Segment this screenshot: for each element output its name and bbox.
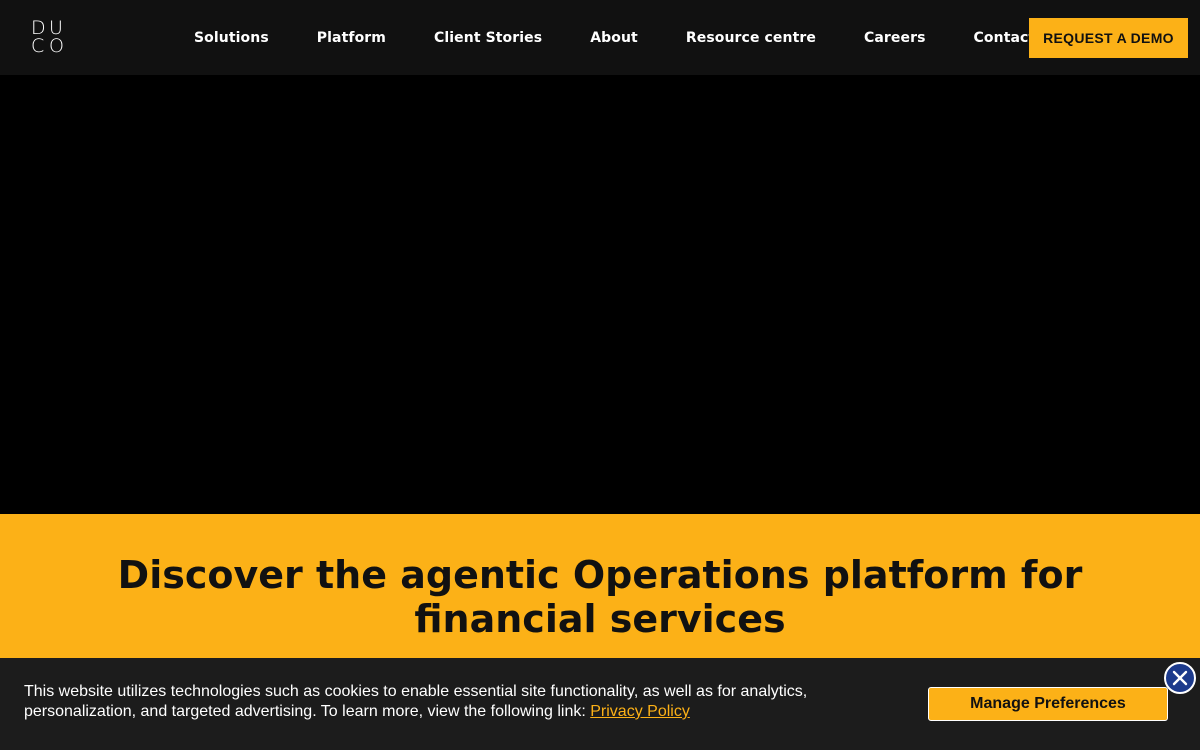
request-demo-button[interactable]: REQUEST A DEMO — [1029, 18, 1188, 58]
nav-item-client-stories[interactable]: Client Stories — [410, 30, 566, 46]
nav-item-careers[interactable]: Careers — [840, 30, 950, 46]
logo-letter: C — [31, 35, 45, 57]
nav-item-solutions[interactable]: Solutions — [170, 30, 293, 46]
manage-preferences-button[interactable]: Manage Preferences — [928, 687, 1168, 721]
cookie-close-button[interactable] — [1164, 662, 1196, 694]
hero-headline: Discover the agentic Operations platform… — [117, 553, 1083, 641]
main-menu: Solutions Platform Client Stories About … — [170, 0, 1059, 75]
privacy-policy-link[interactable]: Privacy Policy — [590, 703, 690, 720]
close-icon — [1172, 670, 1188, 686]
logo-letter: O — [49, 35, 64, 57]
nav-item-resource-centre[interactable]: Resource centre — [662, 30, 840, 46]
top-navigation: D U C O Solutions Platform Client Storie… — [0, 0, 1200, 75]
cookie-notice-text: This website utilizes technologies such … — [24, 682, 844, 722]
nav-item-about[interactable]: About — [566, 30, 662, 46]
nav-item-platform[interactable]: Platform — [293, 30, 410, 46]
duco-logo[interactable]: D U C O — [31, 19, 67, 57]
hero-video[interactable] — [0, 75, 1200, 514]
